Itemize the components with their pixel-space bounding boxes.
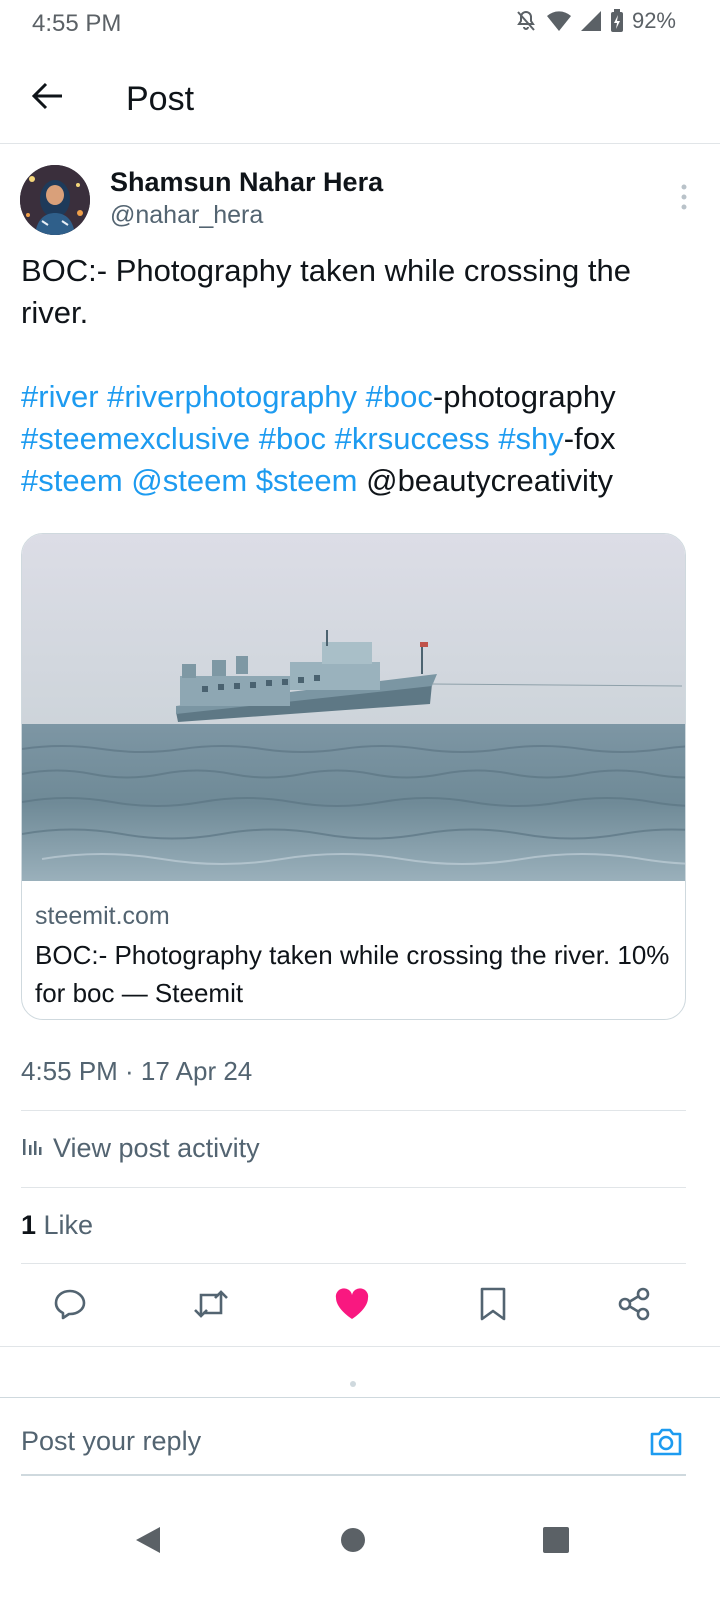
share-icon (616, 1286, 652, 1327)
notifications-off-icon (514, 9, 538, 33)
camera-icon (648, 1428, 684, 1464)
post-hashtags: #river #riverphotography #boc-photograph… (21, 376, 701, 502)
bookmark-icon (478, 1286, 508, 1327)
like-count-number: 1 (21, 1210, 37, 1240)
repost-icon (191, 1286, 231, 1327)
divider (21, 1187, 686, 1188)
view-post-activity-label: View post activity (53, 1133, 260, 1163)
hashtag-link[interactable]: #krsuccess (335, 421, 490, 456)
like-button[interactable] (326, 1280, 378, 1332)
hashtag-link[interactable]: #steemexclusive (21, 421, 250, 456)
hashtag-link[interactable]: #boc (259, 421, 326, 456)
post-text-fragment (250, 421, 259, 456)
post-text-fragment (357, 379, 366, 414)
triangle-back-icon (134, 1525, 162, 1560)
hashtag-link[interactable]: $steem (256, 463, 358, 498)
post-text-fragment (123, 463, 132, 498)
divider (0, 1397, 720, 1398)
nav-back-button[interactable] (118, 1512, 178, 1572)
arrow-left-icon (31, 82, 64, 115)
divider (21, 1110, 686, 1111)
more-options-button[interactable] (672, 181, 696, 217)
share-button[interactable] (608, 1280, 660, 1332)
nav-recents-button[interactable] (526, 1512, 586, 1572)
camera-button[interactable] (648, 1424, 684, 1460)
link-preview-image (22, 534, 685, 881)
hashtag-link[interactable]: @steem (131, 463, 247, 498)
status-time: 4:55 PM (32, 10, 122, 37)
post-author: Shamsun Nahar Hera @nahar_hera (20, 165, 700, 237)
hashtag-link[interactable]: #boc (366, 379, 433, 414)
post-text-fragment (326, 421, 335, 456)
post-text: BOC:- Photography taken while crossing t… (21, 250, 701, 502)
heart-filled-icon (334, 1287, 370, 1326)
post-text-fragment: -photography (432, 379, 616, 414)
signal-icon (580, 10, 602, 32)
repost-button[interactable] (185, 1280, 237, 1332)
analytics-icon (21, 1133, 43, 1164)
battery-charging-icon (610, 9, 624, 33)
more-vertical-icon (672, 184, 696, 221)
author-name[interactable]: Shamsun Nahar Hera (110, 167, 383, 198)
hashtag-link[interactable]: #riverphotography (107, 379, 357, 414)
reply-icon (52, 1286, 88, 1327)
square-recents-icon (542, 1526, 570, 1559)
loading-dot (350, 1381, 356, 1387)
reply-underline (21, 1474, 686, 1476)
hashtag-link[interactable]: #river (21, 379, 99, 414)
hashtag-link[interactable]: #steem (21, 463, 123, 498)
hashtag-link[interactable]: #shy (498, 421, 563, 456)
post-text-line: BOC:- Photography taken while crossing t… (21, 253, 631, 330)
post-text-fragment (247, 463, 256, 498)
post-text-fragment: -fox (563, 421, 616, 456)
divider (0, 1346, 720, 1347)
avatar[interactable] (20, 165, 90, 235)
page-title: Post (126, 80, 195, 118)
nav-home-button[interactable] (323, 1512, 383, 1572)
divider (21, 1263, 686, 1264)
like-count-label: Like (36, 1210, 94, 1240)
view-post-activity-link[interactable]: View post activity (21, 1133, 260, 1164)
post-text-fragment (99, 379, 108, 414)
status-icons: 92% (514, 8, 676, 34)
system-navigation-bar (0, 1490, 720, 1600)
circle-home-icon (339, 1526, 367, 1559)
reply-composer (0, 1400, 720, 1476)
post-text-fragment: @beautycreativity (357, 463, 613, 498)
status-bar: 4:55 PM 92% (0, 0, 720, 52)
reply-input[interactable] (21, 1426, 581, 1457)
wifi-icon (546, 10, 572, 32)
post-actions (0, 1280, 720, 1332)
post-timestamp: 4:55 PM · 17 Apr 24 (21, 1056, 253, 1086)
likes-count[interactable]: 1 Like (21, 1210, 93, 1241)
link-preview-title: BOC:- Photography taken while crossing t… (35, 940, 670, 1008)
bookmark-button[interactable] (467, 1280, 519, 1332)
top-app-bar: Post (0, 52, 720, 144)
battery-level: 92% (631, 8, 676, 33)
author-handle[interactable]: @nahar_hera (110, 201, 263, 230)
back-button[interactable] (28, 78, 68, 118)
link-preview-domain: steemit.com (35, 902, 170, 930)
link-preview-card[interactable]: steemit.com BOC:- Photography taken whil… (21, 533, 686, 1020)
reply-button[interactable] (44, 1280, 96, 1332)
